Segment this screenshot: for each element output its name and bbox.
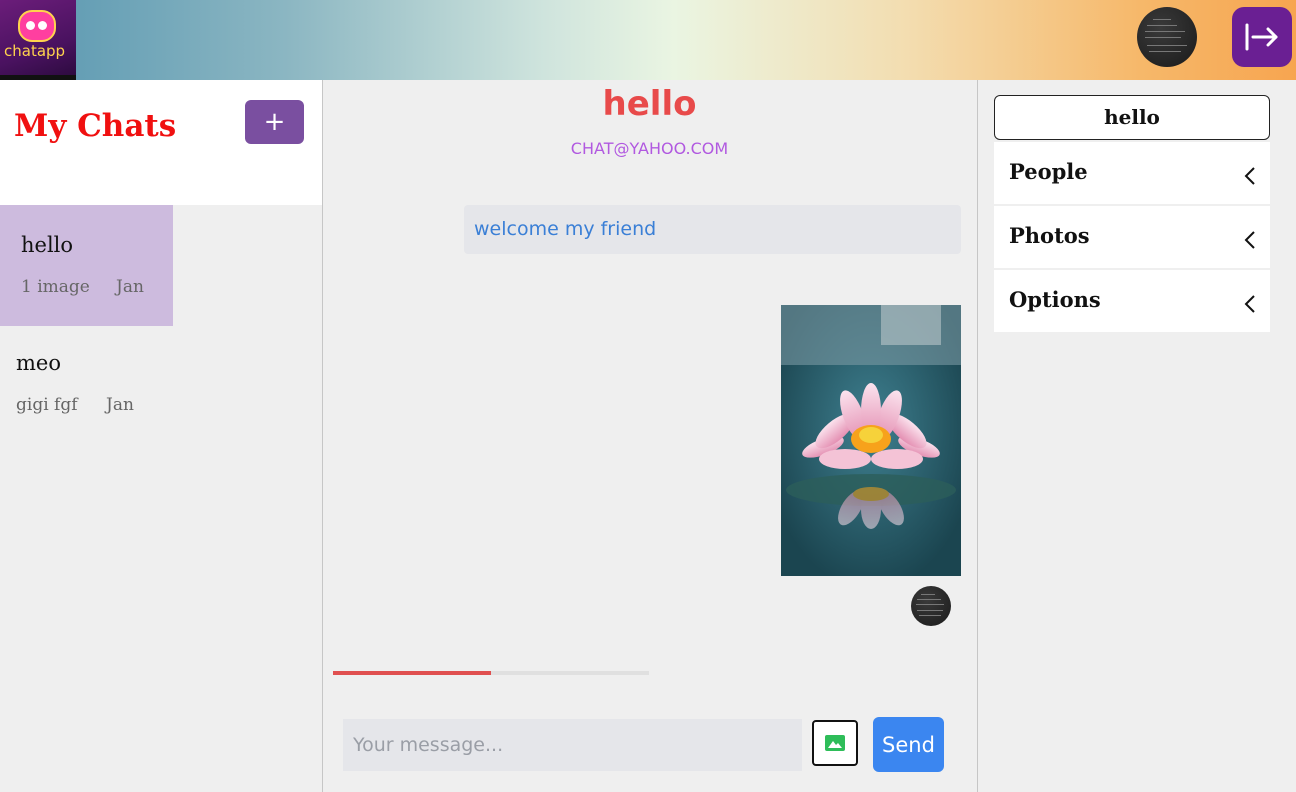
- logo-text: chatapp: [4, 42, 66, 60]
- image-icon: [825, 735, 845, 751]
- chat-preview: 1 image: [21, 277, 90, 297]
- chat-list-item[interactable]: meo gigi fgf Jan: [0, 323, 173, 444]
- upload-progress-bar: [333, 671, 649, 675]
- message-bubble: welcome my friend: [464, 205, 961, 254]
- chevron-left-icon: [1244, 167, 1255, 185]
- chevron-left-icon: [1244, 295, 1255, 313]
- sender-avatar: [911, 586, 951, 626]
- chevron-left-icon: [1244, 231, 1255, 249]
- section-label: Options: [1009, 287, 1101, 312]
- lotus-flower-image: [781, 305, 961, 576]
- send-button[interactable]: Send: [873, 717, 944, 772]
- details-chat-name: hello: [994, 95, 1270, 140]
- details-panel: hello People Photos Options: [977, 80, 1296, 792]
- chat-list-item[interactable]: hello 1 image Jan: [0, 205, 173, 326]
- chat-preview: gigi fgf: [16, 395, 78, 415]
- chat-name: hello: [21, 233, 74, 257]
- user-avatar[interactable]: [1137, 7, 1197, 67]
- chat-date: Jan: [116, 277, 144, 297]
- chat-email: CHAT@YAHOO.COM: [570, 139, 729, 158]
- section-photos[interactable]: Photos: [994, 206, 1270, 268]
- upload-progress-fill: [333, 671, 491, 675]
- section-label: Photos: [1009, 223, 1090, 248]
- sidebar-title: My Chats: [14, 108, 177, 144]
- app-logo: chatapp: [0, 0, 76, 80]
- attach-image-button[interactable]: [812, 720, 858, 766]
- sidebar-header: My Chats +: [0, 80, 322, 205]
- chat-name: meo: [16, 351, 61, 375]
- chat-window: hello CHAT@YAHOO.COM welcome my friend Y…: [323, 80, 976, 792]
- new-chat-button[interactable]: +: [245, 100, 304, 144]
- chat-title: hello: [602, 84, 697, 124]
- message-image[interactable]: [781, 305, 961, 576]
- chat-bubble-icon: [18, 10, 56, 42]
- chat-date: Jan: [106, 395, 134, 415]
- section-label: People: [1009, 159, 1088, 184]
- section-options[interactable]: Options: [994, 270, 1270, 332]
- section-people[interactable]: People: [994, 142, 1270, 204]
- logout-button[interactable]: [1232, 7, 1292, 67]
- logout-arrow-icon: [1245, 23, 1278, 51]
- chat-list-sidebar: My Chats + hello 1 image Jan meo gigi fg…: [0, 80, 323, 792]
- top-bar: chatapp: [0, 0, 1296, 80]
- message-input[interactable]: [343, 719, 802, 771]
